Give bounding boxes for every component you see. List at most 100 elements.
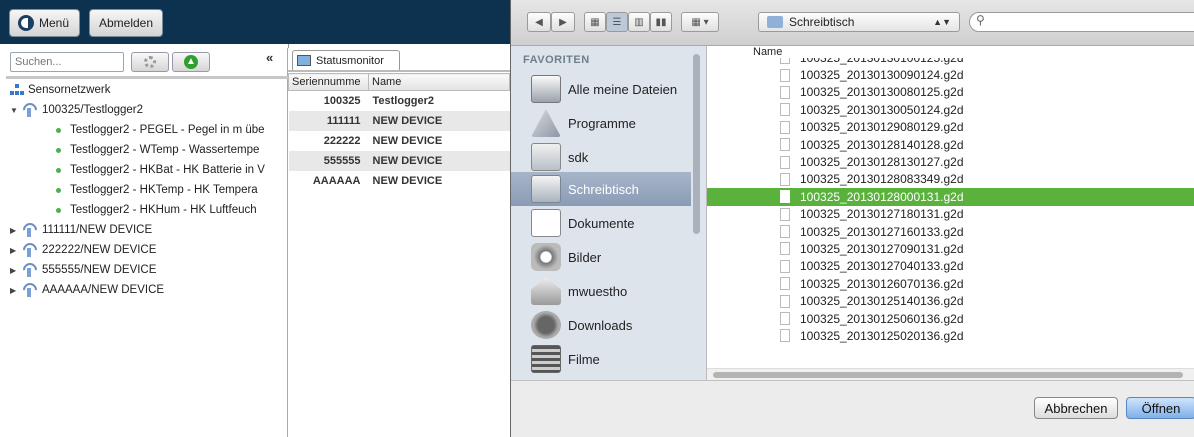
tree-root-label: Sensornetzwerk — [28, 84, 111, 96]
gear-icon — [144, 56, 156, 68]
file-row[interactable]: 100325_20130130080125.g2d — [707, 84, 1194, 101]
logout-button[interactable]: Abmelden — [89, 9, 163, 37]
file-name: 100325_20130128083349.g2d — [800, 172, 964, 187]
grid-icon: ▦ — [590, 16, 600, 28]
tree-node[interactable]: ▶ AAAAAA/NEW DEVICE — [10, 280, 286, 300]
file-name: 100325_20130130090124.g2d — [800, 68, 964, 83]
file-row[interactable]: 100325_20130125140136.g2d — [707, 292, 1194, 309]
file-row[interactable]: 100325_20130129080129.g2d — [707, 119, 1194, 136]
file-icon — [780, 138, 790, 152]
dialog-search-input[interactable]: ⚲ — [969, 12, 1194, 32]
expand-triangle-icon[interactable]: ▶ — [10, 286, 20, 295]
sidebar-item-downloads[interactable]: Downloads — [511, 308, 691, 342]
file-name: 100325_20130130100125.g2d — [800, 58, 964, 65]
tree-root[interactable]: Sensornetzwerk — [10, 80, 286, 100]
sidebar-item-programme[interactable]: Programme — [511, 106, 691, 140]
table-row[interactable]: AAAAAA NEW DEVICE — [289, 171, 510, 191]
list-view-button[interactable]: ☰ — [606, 12, 628, 32]
sidebar-item-sdk[interactable]: sdk — [511, 140, 691, 174]
tree-leaf[interactable]: Testlogger2 - HKTemp - HK Tempera — [10, 180, 286, 200]
sidebar-item-pictures[interactable]: Bilder — [511, 240, 691, 274]
table-row[interactable]: 111111 NEW DEVICE — [288, 110, 510, 131]
sidebar-item-documents[interactable]: Dokumente — [511, 206, 691, 240]
tree-node[interactable]: ▶ 222222/NEW DEVICE — [10, 240, 286, 260]
file-row[interactable]: 100325_20130125020136.g2d — [707, 327, 1194, 344]
sidebar-item-desktop[interactable]: Schreibtisch — [511, 172, 691, 206]
sidebar-scrollbar[interactable] — [693, 54, 700, 234]
file-row[interactable]: 100325_20130127090131.g2d — [707, 240, 1194, 257]
location-select[interactable]: Schreibtisch ▲▼ — [758, 12, 960, 32]
back-button[interactable]: ◀ — [527, 12, 551, 32]
refresh-button[interactable]: ▲ — [172, 52, 210, 72]
name-cell: NEW DEVICE — [372, 174, 443, 187]
tree-leaf[interactable]: Testlogger2 - HKBat - HK Batterie in V — [10, 160, 286, 180]
column-header-serial[interactable]: Seriennumme — [288, 73, 369, 91]
tree-leaf[interactable]: Testlogger2 - HKHum - HK Luftfeuch — [10, 200, 286, 220]
cancel-button[interactable]: Abbrechen — [1034, 397, 1118, 419]
file-icon — [780, 225, 790, 239]
search-input[interactable] — [10, 52, 124, 72]
sidebar-item-label: Downloads — [568, 317, 633, 333]
sidebar-item-home[interactable]: mwuestho — [511, 274, 691, 308]
collapse-pane-button[interactable]: « — [266, 50, 273, 65]
tree-node-label: 111111/NEW DEVICE — [42, 224, 153, 236]
coverflow-view-button[interactable]: ▮▮ — [650, 12, 672, 32]
sidebar-item-label: Alle meine Dateien — [568, 81, 678, 97]
file-name: 100325_20130125060136.g2d — [800, 311, 964, 326]
file-icon — [780, 294, 790, 308]
horizontal-scrollbar[interactable] — [707, 368, 1194, 380]
tree-leaf[interactable]: Testlogger2 - WTemp - Wassertempe — [10, 140, 286, 160]
settings-button[interactable] — [131, 52, 169, 72]
arrange-icon: ▦ ▾ — [691, 16, 709, 28]
file-row[interactable]: 100325_20130127160133.g2d — [707, 223, 1194, 240]
tree-leaf[interactable]: Testlogger2 - PEGEL - Pegel in m übe — [10, 120, 286, 140]
file-row[interactable]: 100325_20130126070136.g2d — [707, 275, 1194, 292]
sensor-dot-icon — [56, 207, 61, 213]
expand-triangle-icon[interactable]: ▶ — [10, 226, 20, 235]
sidebar-item-all-files[interactable]: Alle meine Dateien — [511, 72, 691, 106]
open-button[interactable]: Öffnen — [1126, 397, 1194, 419]
table-row[interactable]: 100325 Testlogger2 — [289, 91, 510, 111]
file-icon — [780, 259, 790, 273]
icon-view-button[interactable]: ▦ — [584, 12, 606, 32]
file-row[interactable]: 100325_20130130050124.g2d — [707, 101, 1194, 118]
forward-button[interactable]: ▶ — [551, 12, 575, 32]
app-logo-icon — [18, 15, 34, 31]
file-row[interactable]: 100325_20130128140128.g2d — [707, 136, 1194, 153]
sidebar-item-movies[interactable]: Filme — [511, 342, 691, 376]
file-row[interactable]: 100325_20130130100125.g2d — [707, 58, 1194, 66]
file-name: 100325_20130126070136.g2d — [800, 276, 964, 291]
file-row[interactable]: 100325_20130128000131.g2d — [707, 188, 1194, 206]
file-row[interactable]: 100325_20130130090124.g2d — [707, 66, 1194, 83]
file-row[interactable]: 100325_20130125060136.g2d — [707, 310, 1194, 327]
sensor-tree: Sensornetzwerk ▼ 100325/Testlogger2 Test… — [10, 80, 286, 300]
file-row[interactable]: 100325_20130128130127.g2d — [707, 153, 1194, 170]
file-icon — [780, 120, 790, 134]
file-row[interactable]: 100325_20130128083349.g2d — [707, 171, 1194, 188]
expand-triangle-icon[interactable]: ▶ — [10, 266, 20, 275]
tab-statusmonitor[interactable]: Statusmonitor — [292, 50, 400, 70]
file-name: 100325_20130128130127.g2d — [800, 155, 964, 170]
scrollbar-thumb[interactable] — [713, 372, 1183, 378]
name-cell: NEW DEVICE — [372, 134, 443, 147]
file-icon — [780, 277, 790, 291]
tree-leaf-label: Testlogger2 - HKBat - HK Batterie in V — [70, 164, 265, 176]
column-header-name[interactable]: Name — [368, 73, 510, 91]
tree-node[interactable]: ▼ 100325/Testlogger2 — [10, 100, 286, 120]
column-view-button[interactable]: ▥ — [628, 12, 650, 32]
table-row[interactable]: 555555 NEW DEVICE — [288, 150, 510, 171]
file-list: 100325_20130130100125.g2d 100325_20130130… — [707, 58, 1194, 368]
tree-node[interactable]: ▶ 111111/NEW DEVICE — [10, 220, 286, 240]
tree-node[interactable]: ▶ 555555/NEW DEVICE — [10, 260, 286, 280]
sidebar-item-label: Filme — [568, 351, 600, 367]
arrange-button[interactable]: ▦ ▾ — [681, 12, 719, 32]
app-toolbar: Menü Abmelden — [0, 0, 510, 44]
film-icon — [531, 345, 561, 373]
table-row[interactable]: 222222 NEW DEVICE — [289, 131, 510, 151]
file-row[interactable]: 100325_20130127040133.g2d — [707, 258, 1194, 275]
expand-triangle-icon[interactable]: ▼ — [10, 106, 20, 115]
expand-triangle-icon[interactable]: ▶ — [10, 246, 20, 255]
menu-button[interactable]: Menü — [9, 9, 80, 37]
file-icon — [780, 58, 790, 65]
file-row[interactable]: 100325_20130127180131.g2d — [707, 206, 1194, 223]
